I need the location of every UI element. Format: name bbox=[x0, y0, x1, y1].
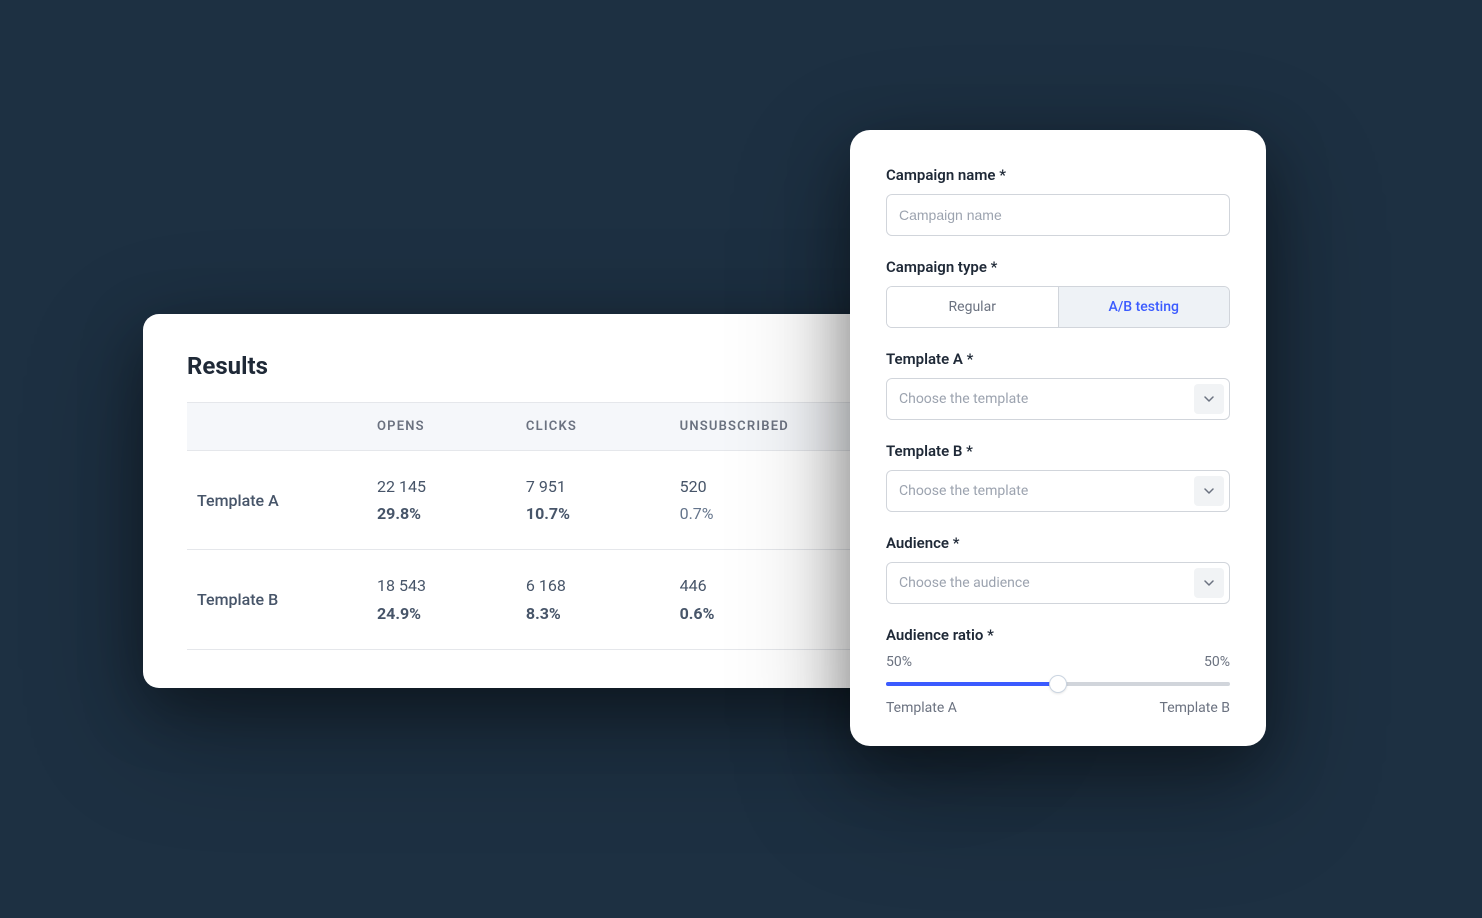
campaign-form-card: Campaign name * Campaign type * Regular … bbox=[850, 130, 1266, 746]
results-title: Results bbox=[187, 352, 949, 380]
campaign-type-label: Campaign type * bbox=[886, 258, 1230, 276]
field-audience-ratio: Audience ratio * 50% 50% Template A Temp… bbox=[886, 626, 1230, 716]
field-template-b: Template B * Choose the template bbox=[886, 442, 1230, 512]
audience-select[interactable]: Choose the audience bbox=[886, 562, 1230, 604]
cell-opens-count: 22 145 bbox=[377, 473, 506, 500]
template-b-select[interactable]: Choose the template bbox=[886, 470, 1230, 512]
field-campaign-name: Campaign name * bbox=[886, 166, 1230, 236]
campaign-type-ab-testing[interactable]: A/B testing bbox=[1058, 287, 1230, 327]
cell-opens-pct: 29.8% bbox=[377, 500, 506, 527]
table-header-opens: OPENS bbox=[367, 403, 516, 451]
table-row: Template A 22 145 29.8% 7 951 10.7% 520 … bbox=[187, 451, 949, 550]
ratio-left-pct: 50% bbox=[886, 654, 912, 670]
cell-clicks-count: 7 951 bbox=[526, 473, 660, 500]
row-label: Template A bbox=[187, 451, 367, 550]
field-template-a: Template A * Choose the template bbox=[886, 350, 1230, 420]
ratio-values: 50% 50% bbox=[886, 654, 1230, 670]
table-header-clicks: CLICKS bbox=[516, 403, 670, 451]
results-table: OPENS CLICKS UNSUBSCRIBED Template A 22 … bbox=[187, 402, 949, 650]
campaign-type-segmented: Regular A/B testing bbox=[886, 286, 1230, 328]
template-a-select[interactable]: Choose the template bbox=[886, 378, 1230, 420]
slider-thumb[interactable] bbox=[1049, 675, 1067, 693]
audience-ratio-label: Audience ratio * bbox=[886, 626, 1230, 644]
cell-clicks: 6 168 8.3% bbox=[516, 550, 670, 649]
campaign-name-input[interactable] bbox=[886, 194, 1230, 236]
cell-opens: 18 543 24.9% bbox=[367, 550, 516, 649]
cell-clicks: 7 951 10.7% bbox=[516, 451, 670, 550]
table-row: Template B 18 543 24.9% 6 168 8.3% 446 0… bbox=[187, 550, 949, 649]
table-header-blank bbox=[187, 403, 367, 451]
ratio-right-label: Template B bbox=[1160, 700, 1230, 716]
cell-clicks-pct: 10.7% bbox=[526, 500, 660, 527]
cell-clicks-pct: 8.3% bbox=[526, 600, 660, 627]
table-header-row: OPENS CLICKS UNSUBSCRIBED bbox=[187, 403, 949, 451]
audience-ratio-slider[interactable] bbox=[886, 676, 1230, 692]
slider-fill bbox=[886, 682, 1058, 686]
field-campaign-type: Campaign type * Regular A/B testing bbox=[886, 258, 1230, 328]
field-audience: Audience * Choose the audience bbox=[886, 534, 1230, 604]
cell-opens-count: 18 543 bbox=[377, 572, 506, 599]
template-b-label: Template B * bbox=[886, 442, 1230, 460]
campaign-name-label: Campaign name * bbox=[886, 166, 1230, 184]
ratio-left-label: Template A bbox=[886, 700, 957, 716]
cell-opens: 22 145 29.8% bbox=[367, 451, 516, 550]
campaign-type-regular[interactable]: Regular bbox=[887, 287, 1058, 327]
template-a-label: Template A * bbox=[886, 350, 1230, 368]
row-label: Template B bbox=[187, 550, 367, 649]
cell-opens-pct: 24.9% bbox=[377, 600, 506, 627]
audience-label: Audience * bbox=[886, 534, 1230, 552]
ratio-right-pct: 50% bbox=[1204, 654, 1230, 670]
ratio-labels: Template A Template B bbox=[886, 700, 1230, 716]
cell-clicks-count: 6 168 bbox=[526, 572, 660, 599]
